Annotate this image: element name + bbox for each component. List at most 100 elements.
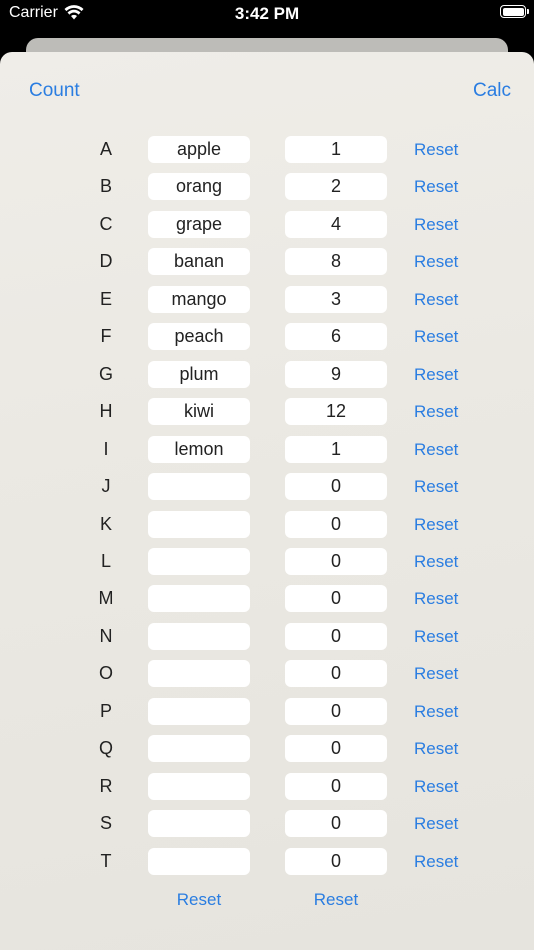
row-letter-label: S [99,813,112,834]
counter-row: R 0 Reset [0,772,534,801]
counter-row: S 0 Reset [0,810,534,838]
row-letter-label: T [100,850,112,871]
count-field[interactable]: 0 [285,735,387,763]
name-field[interactable]: apple [148,136,250,163]
counter-row: J 0 Reset [0,473,534,501]
row-reset-button[interactable]: Reset [414,252,458,272]
counter-row: Fpeach 6 Reset [0,323,534,351]
name-field[interactable] [148,772,250,800]
battery-tip [527,9,529,14]
counter-row: P 0 Reset [0,697,534,726]
row-reset-button[interactable]: Reset [414,327,458,347]
row-reset-button[interactable]: Reset [414,777,458,797]
name-field[interactable]: lemon [148,435,250,463]
name-field[interactable]: grape [148,210,250,238]
count-field[interactable]: 0 [285,473,387,501]
count-field[interactable]: 0 [285,660,387,688]
row-reset-button[interactable]: Reset [414,402,458,422]
counter-row: N 0 Reset [0,622,534,651]
row-reset-button[interactable]: Reset [414,440,458,460]
counter-row: Hkiwi 12 Reset [0,398,534,426]
name-field[interactable]: plum [148,360,250,388]
count-field[interactable]: 9 [285,360,387,388]
row-reset-button[interactable]: Reset [414,515,458,535]
row-letter-label: O [98,663,113,684]
name-field[interactable] [148,473,250,501]
name-field[interactable] [148,847,250,875]
counter-row: Cgrape 4 Reset [0,210,534,239]
counter-row: Emango 3 Reset [0,285,534,314]
name-field[interactable]: mango [148,285,250,313]
count-field[interactable]: 0 [285,547,387,575]
counter-row: Borang 2 Reset [0,173,534,201]
name-field[interactable] [148,697,250,725]
row-letter-label: P [99,700,112,721]
count-field[interactable]: 0 [285,585,387,613]
name-field[interactable] [148,660,250,688]
row-reset-button[interactable]: Reset [414,814,458,834]
row-letter-label: A [99,139,112,159]
row-reset-button[interactable]: Reset [414,140,458,160]
count-field[interactable]: 1 [285,136,387,163]
row-reset-button[interactable]: Reset [414,290,458,310]
reset-all-names-button[interactable]: Reset [148,890,250,910]
status-bar: Carrier 3:42 PM [0,0,534,30]
row-reset-button[interactable]: Reset [414,627,458,647]
name-field[interactable]: kiwi [148,398,250,426]
row-reset-button[interactable]: Reset [414,739,458,759]
row-letter-label: F [100,326,112,347]
count-button[interactable]: Count [29,80,80,102]
row-letter-label: G [98,363,113,384]
count-field[interactable]: 0 [285,810,387,838]
name-field[interactable]: peach [148,323,250,351]
name-field[interactable] [148,547,250,575]
row-reset-button[interactable]: Reset [414,552,458,572]
calc-button[interactable]: Calc [473,80,511,102]
app-screen: Carrier 3:42 PM Count Calc Aapple 1 Reset B… [0,0,534,950]
counter-row: O 0 Reset [0,660,534,688]
name-field[interactable]: orang [148,173,250,201]
row-letter-label: J [101,476,111,497]
reset-all-counts-button[interactable]: Reset [285,890,387,910]
row-reset-button[interactable]: Reset [414,852,458,872]
count-field[interactable]: 6 [285,323,387,351]
counter-row: K 0 Reset [0,510,534,539]
counter-row: Gplum 9 Reset [0,360,534,389]
row-reset-button[interactable]: Reset [414,215,458,235]
counter-row: Q 0 Reset [0,735,534,763]
row-letter-label: K [99,513,112,534]
count-field[interactable]: 3 [285,285,387,313]
row-letter-label: C [99,213,113,234]
modal-sheet: Count Calc Aapple 1 Reset Borang 2 Reset Cgrap… [0,52,534,950]
counter-row: L 0 Reset [0,547,534,576]
name-field[interactable] [148,810,250,838]
count-field[interactable]: 0 [285,697,387,725]
name-field[interactable]: banan [148,248,250,276]
row-letter-label: D [99,251,113,272]
count-field[interactable]: 0 [285,772,387,800]
count-field[interactable]: 1 [285,435,387,463]
row-reset-button[interactable]: Reset [414,477,458,497]
count-field[interactable]: 0 [285,847,387,875]
row-reset-button[interactable]: Reset [414,702,458,722]
count-field[interactable]: 8 [285,248,387,276]
count-field[interactable]: 2 [285,173,387,201]
counter-row: Dbanan 8 Reset [0,248,534,276]
name-field[interactable] [148,622,250,650]
row-reset-button[interactable]: Reset [414,177,458,197]
count-field[interactable]: 0 [285,510,387,538]
count-field[interactable]: 0 [285,622,387,650]
row-reset-button[interactable]: Reset [414,664,458,684]
row-letter-label: M [98,588,114,609]
name-field[interactable] [148,735,250,763]
counter-row: Aapple 1 Reset [0,136,534,164]
row-letter-label: H [99,401,113,422]
counter-row: T 0 Reset [0,847,534,876]
count-field[interactable]: 4 [285,210,387,238]
row-letter-label: Q [98,738,113,759]
count-field[interactable]: 12 [285,398,387,426]
row-reset-button[interactable]: Reset [414,589,458,609]
name-field[interactable] [148,585,250,613]
name-field[interactable] [148,510,250,538]
row-reset-button[interactable]: Reset [414,365,458,385]
